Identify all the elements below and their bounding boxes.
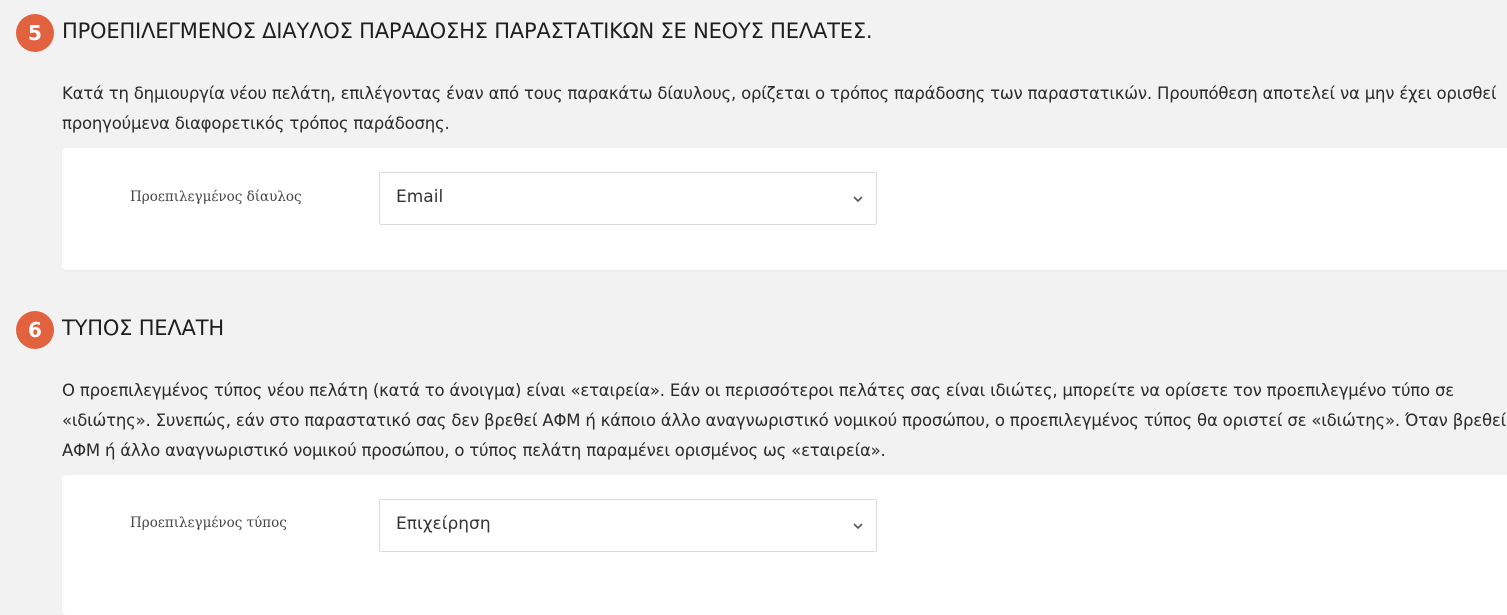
section-title: ΤΥΠΟΣ ΠΕΛΑΤΗ [62,316,224,340]
section-title: ΠΡΟΕΠΙΛΕΓΜΕΝΟΣ ΔΙΑΥΛΟΣ ΠΑΡΑΔΟΣΗΣ ΠΑΡΑΣΤΑ… [62,19,873,43]
settings-card: Προεπιλεγμένος τύπος Επιχείρηση [62,475,1507,615]
step-badge: 5 [16,14,54,52]
chevron-down-icon [853,523,863,530]
step-badge: 6 [16,311,54,349]
section-description: Ο προεπιλεγμένος τύπος νέου πελάτη (κατά… [62,381,1507,460]
select-value: Email [396,187,444,207]
select-value: Επιχείρηση [396,514,491,534]
field-label: Προεπιλεγμένος τύπος [130,515,287,531]
default-customer-type-select[interactable]: Επιχείρηση [379,499,877,552]
settings-card: Προεπιλεγμένος δίαυλος Email [62,148,1507,270]
chevron-down-icon [853,196,863,203]
default-channel-select[interactable]: Email [379,172,877,225]
field-label: Προεπιλεγμένος δίαυλος [130,189,302,205]
section-description: Κατά τη δημιουργία νέου πελάτη, επιλέγον… [62,84,1497,133]
